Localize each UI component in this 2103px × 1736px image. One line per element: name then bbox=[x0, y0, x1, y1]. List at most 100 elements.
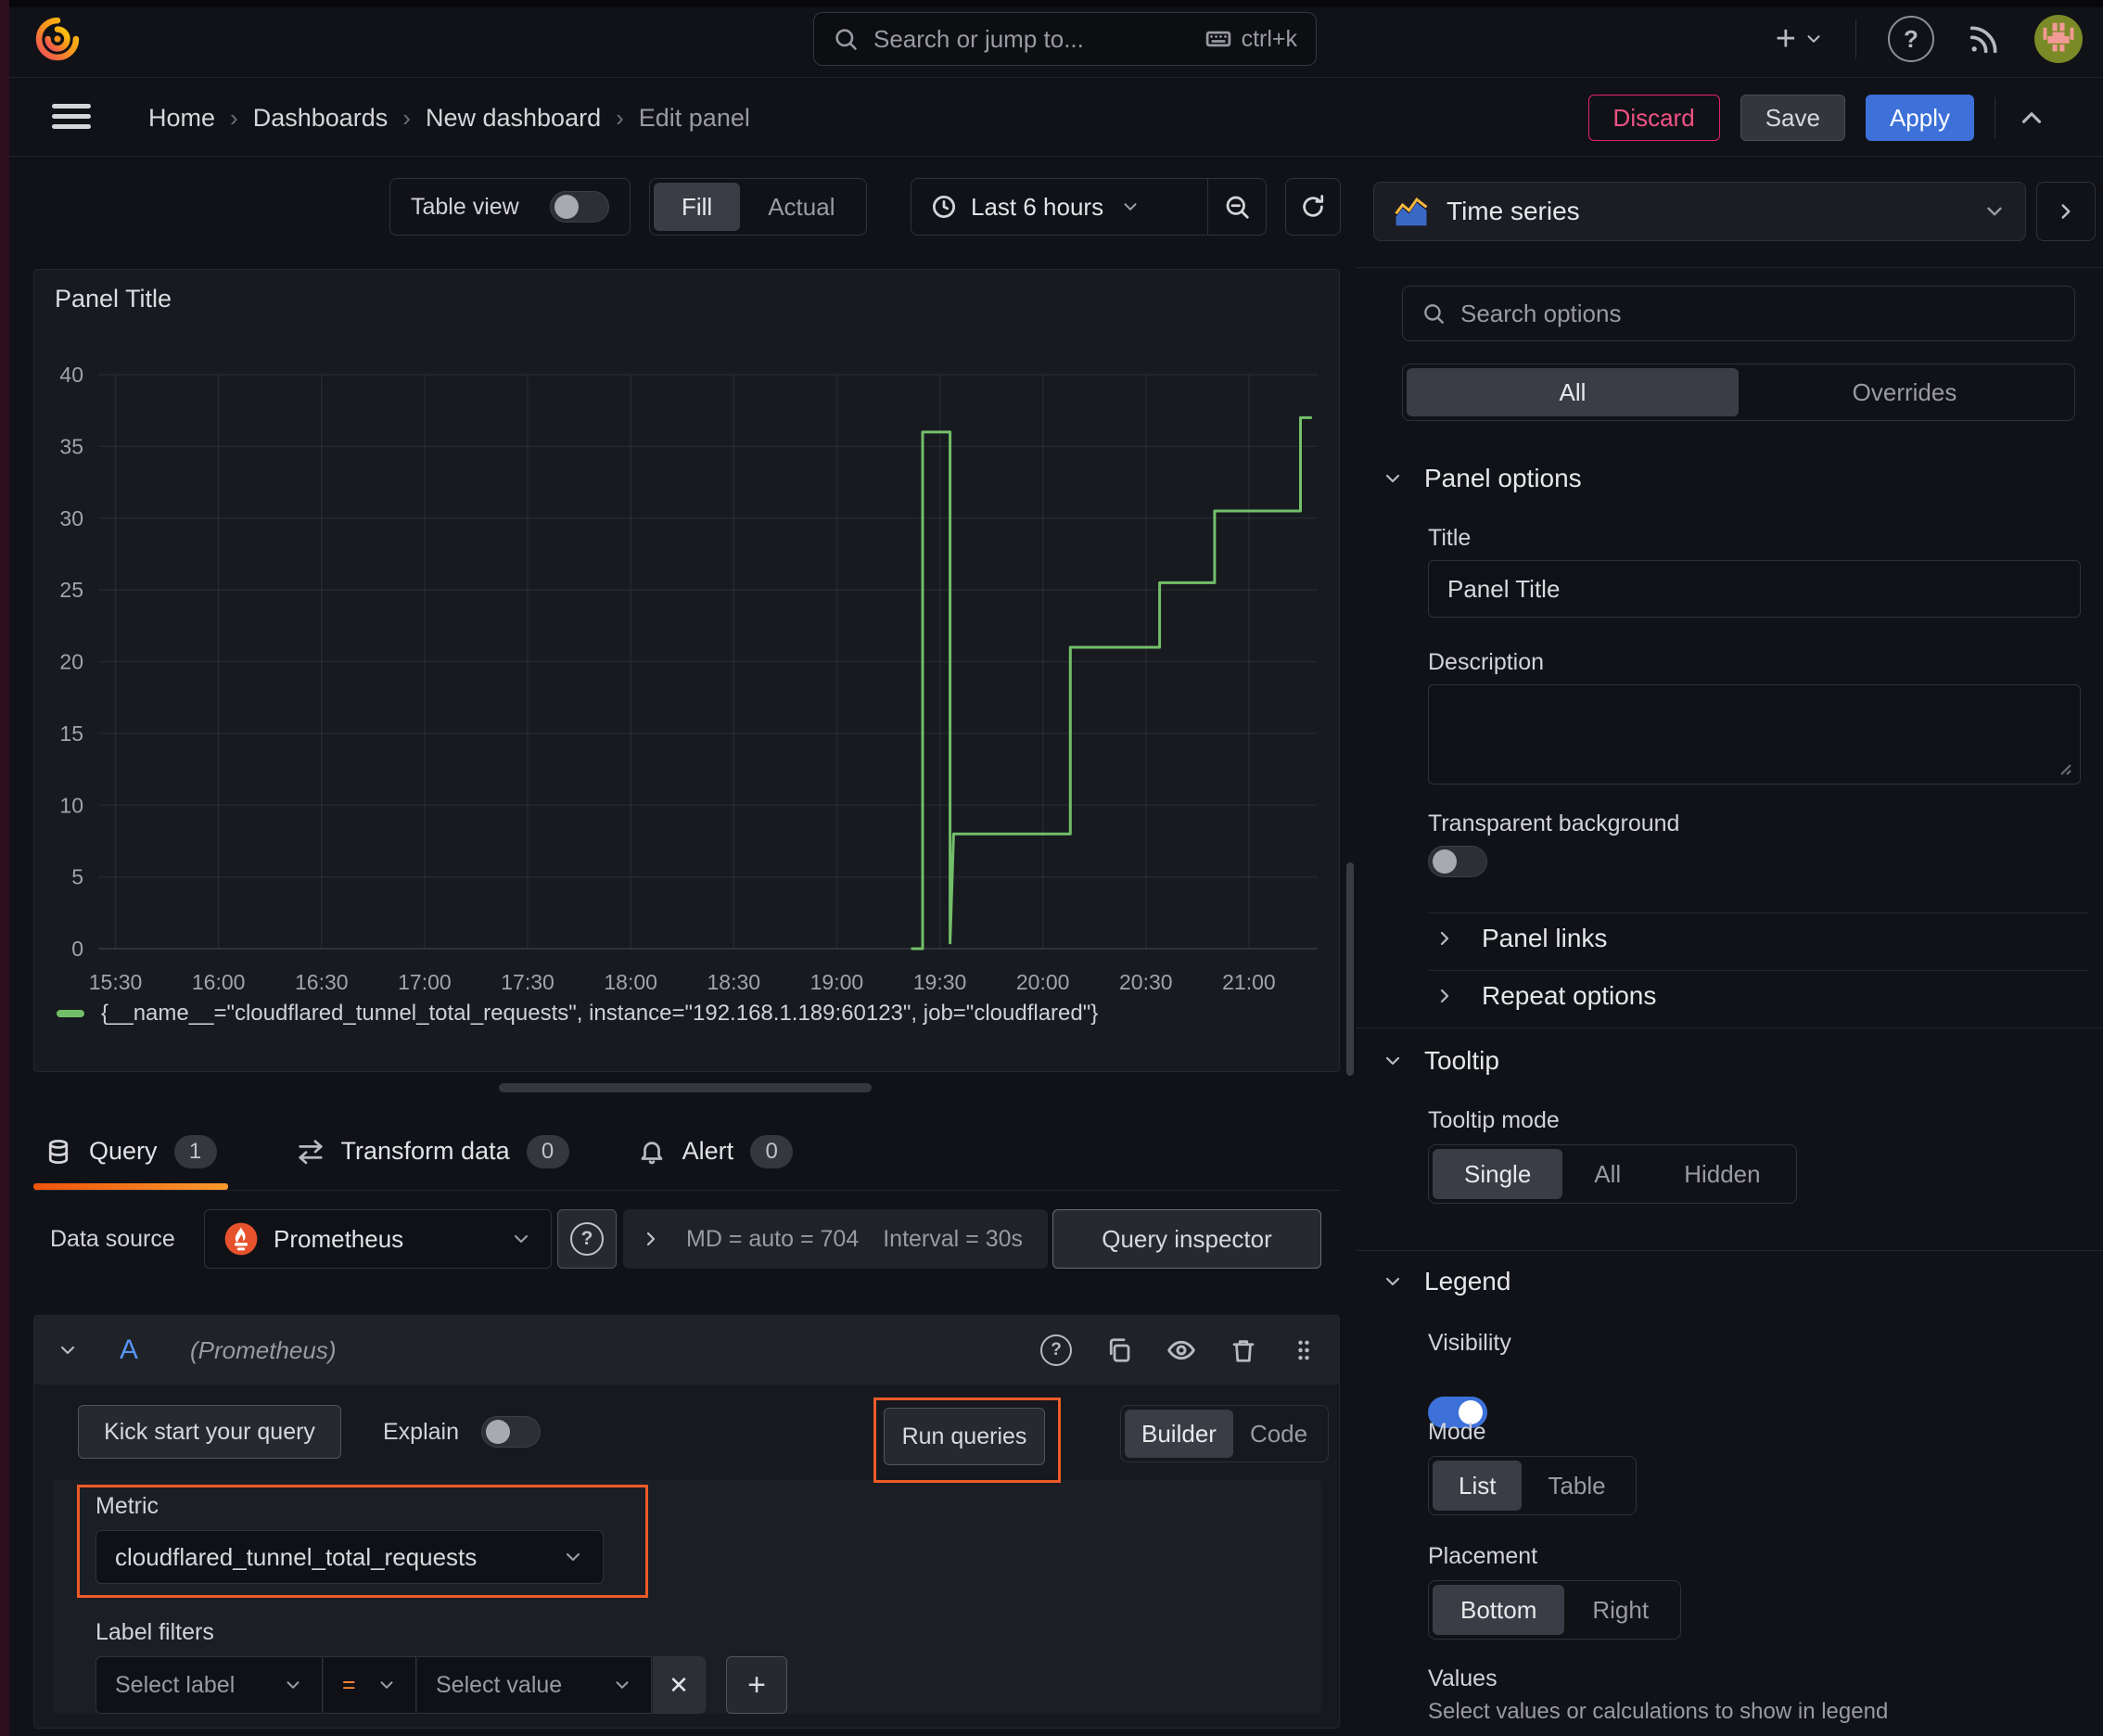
options-search[interactable]: Search options bbox=[1402, 286, 2075, 341]
tooltip-heading: Tooltip bbox=[1424, 1046, 1499, 1075]
query-row-header[interactable]: A (Prometheus) ? bbox=[34, 1316, 1339, 1385]
label-filter-value-select[interactable]: Select value bbox=[417, 1656, 652, 1714]
toggle-options-pane-button[interactable] bbox=[2036, 182, 2096, 241]
legend-mode-table[interactable]: Table bbox=[1522, 1461, 1631, 1511]
interval-stat: Interval = 30s bbox=[883, 1225, 1024, 1252]
collapse-query-icon[interactable] bbox=[57, 1339, 79, 1361]
grafana-logo[interactable] bbox=[33, 15, 82, 63]
svg-text:16:30: 16:30 bbox=[295, 970, 349, 994]
tab-query[interactable]: Query 1 bbox=[33, 1113, 228, 1190]
refresh-button[interactable] bbox=[1285, 178, 1341, 236]
pane-divider bbox=[1357, 267, 2103, 268]
tab-transform-data[interactable]: Transform data 0 bbox=[297, 1113, 569, 1190]
explain-toggle[interactable] bbox=[481, 1416, 541, 1448]
time-series-chart[interactable]: 0 5 10 15 20 25 30 35 40 15:30 16:00 16:30 17:00 17:3… bbox=[34, 270, 1341, 1073]
window-left-edge bbox=[0, 0, 9, 1736]
discard-button[interactable]: Discard bbox=[1587, 95, 1720, 141]
query-inspector-button[interactable]: Query inspector bbox=[1052, 1209, 1321, 1269]
drag-handle-icon[interactable] bbox=[1291, 1337, 1317, 1363]
panel-title-input[interactable] bbox=[1428, 560, 2081, 618]
builder-option[interactable]: Builder bbox=[1125, 1410, 1233, 1458]
avatar[interactable] bbox=[2034, 15, 2083, 63]
add-filter-button[interactable]: + bbox=[726, 1656, 787, 1714]
breadcrumb-home[interactable]: Home bbox=[148, 104, 215, 133]
menu-toggle[interactable] bbox=[52, 104, 91, 132]
svg-text:17:00: 17:00 bbox=[398, 970, 452, 994]
visualization-picker[interactable]: Time series bbox=[1373, 182, 2026, 241]
table-view-toggle[interactable] bbox=[550, 191, 609, 223]
hide-query-icon[interactable] bbox=[1166, 1335, 1196, 1365]
chart-legend[interactable]: {__name__="cloudflared_tunnel_total_requ… bbox=[57, 1001, 1098, 1027]
breadcrumb: Home › Dashboards › New dashboard › Edit… bbox=[148, 79, 750, 157]
repeat-options-label: Repeat options bbox=[1482, 981, 1657, 1010]
kick-start-button[interactable]: Kick start your query bbox=[78, 1405, 341, 1459]
legend-placement-bottom[interactable]: Bottom bbox=[1433, 1585, 1565, 1635]
query-ref-id[interactable]: A bbox=[120, 1334, 138, 1366]
query-options-row[interactable]: MD = auto = 704 Interval = 30s bbox=[623, 1209, 1048, 1269]
help-icon: ? bbox=[570, 1222, 604, 1256]
delete-query-icon[interactable] bbox=[1230, 1336, 1257, 1364]
duplicate-query-icon[interactable] bbox=[1105, 1336, 1133, 1364]
query-help-button[interactable]: ? bbox=[1040, 1334, 1072, 1366]
remove-filter-button[interactable]: ✕ bbox=[653, 1656, 706, 1714]
breadcrumb-new-dashboard[interactable]: New dashboard bbox=[426, 104, 601, 133]
keyboard-icon bbox=[1205, 31, 1230, 47]
chevron-right-icon bbox=[2061, 204, 2071, 219]
breadcrumb-separator: › bbox=[616, 103, 624, 132]
tab-query-label: Query bbox=[89, 1137, 158, 1165]
legend-header[interactable]: Legend bbox=[1382, 1267, 1510, 1296]
save-button[interactable]: Save bbox=[1740, 95, 1845, 141]
label-filter-key-select[interactable]: Select label bbox=[96, 1656, 323, 1714]
legend-placement-right[interactable]: Right bbox=[1564, 1585, 1676, 1635]
run-queries-button[interactable]: Run queries bbox=[884, 1408, 1045, 1465]
time-range-button[interactable]: Last 6 hours bbox=[911, 179, 1207, 235]
repeat-options-row[interactable]: Repeat options bbox=[1434, 981, 1656, 1011]
rss-icon[interactable] bbox=[1966, 20, 2003, 57]
transparent-background-toggle[interactable] bbox=[1428, 846, 1487, 877]
code-option[interactable]: Code bbox=[1233, 1410, 1324, 1458]
vertical-scrollbar[interactable] bbox=[1346, 862, 1354, 1076]
tab-all[interactable]: All bbox=[1407, 368, 1739, 416]
datasource-label-text: Data source bbox=[50, 1225, 175, 1252]
actual-option[interactable]: Actual bbox=[740, 183, 862, 231]
panel-links-row[interactable]: Panel links bbox=[1434, 924, 1607, 953]
chevron-down-icon bbox=[287, 1681, 300, 1689]
chevron-down-icon bbox=[1987, 207, 2002, 216]
breadcrumb-dashboards[interactable]: Dashboards bbox=[253, 104, 389, 133]
legend-mode-list[interactable]: List bbox=[1433, 1461, 1523, 1511]
apply-button[interactable]: Apply bbox=[1865, 95, 1974, 141]
tab-overrides[interactable]: Overrides bbox=[1739, 368, 2071, 416]
panel-options-header[interactable]: Panel options bbox=[1382, 464, 1582, 493]
time-picker: Last 6 hours bbox=[911, 178, 1267, 236]
tooltip-mode-hidden[interactable]: Hidden bbox=[1652, 1149, 1791, 1199]
svg-text:20:00: 20:00 bbox=[1016, 970, 1070, 994]
description-textarea[interactable] bbox=[1428, 684, 2081, 785]
legend-placement-segment: Bottom Right bbox=[1428, 1580, 1682, 1640]
tab-transform-badge: 0 bbox=[526, 1134, 569, 1168]
tooltip-mode-all[interactable]: All bbox=[1562, 1149, 1652, 1199]
label-filter-operator-select[interactable]: = bbox=[324, 1656, 416, 1714]
svg-text:20: 20 bbox=[59, 650, 83, 674]
datasource-help-button[interactable]: ? bbox=[557, 1209, 617, 1269]
bell-icon bbox=[641, 1141, 662, 1164]
add-button[interactable]: + bbox=[1776, 21, 1824, 57]
fill-actual-segment: Fill Actual bbox=[649, 178, 868, 236]
legend-values-label: Values bbox=[1428, 1666, 1498, 1691]
global-search[interactable]: Search or jump to... ctrl+k bbox=[813, 12, 1317, 66]
metric-select[interactable]: cloudflared_tunnel_total_requests bbox=[96, 1530, 604, 1584]
chevron-down-icon bbox=[1385, 1277, 1400, 1286]
tooltip-mode-single[interactable]: Single bbox=[1433, 1149, 1563, 1199]
fill-option[interactable]: Fill bbox=[654, 183, 741, 231]
description-label: Description bbox=[1428, 649, 1545, 675]
zoom-out-button[interactable] bbox=[1208, 179, 1266, 235]
datasource-picker[interactable]: Prometheus bbox=[204, 1209, 552, 1269]
tooltip-header[interactable]: Tooltip bbox=[1382, 1046, 1499, 1076]
tab-alert[interactable]: Alert 0 bbox=[638, 1113, 794, 1190]
help-button[interactable]: ? bbox=[1888, 16, 1934, 62]
collapse-header-icon[interactable] bbox=[2016, 102, 2047, 134]
svg-text:10: 10 bbox=[59, 793, 83, 817]
label-filters-label: Label filters bbox=[96, 1619, 214, 1645]
topbar-divider bbox=[1855, 19, 1856, 58]
pane-resize-handle[interactable] bbox=[499, 1083, 872, 1092]
search-icon bbox=[835, 29, 857, 50]
